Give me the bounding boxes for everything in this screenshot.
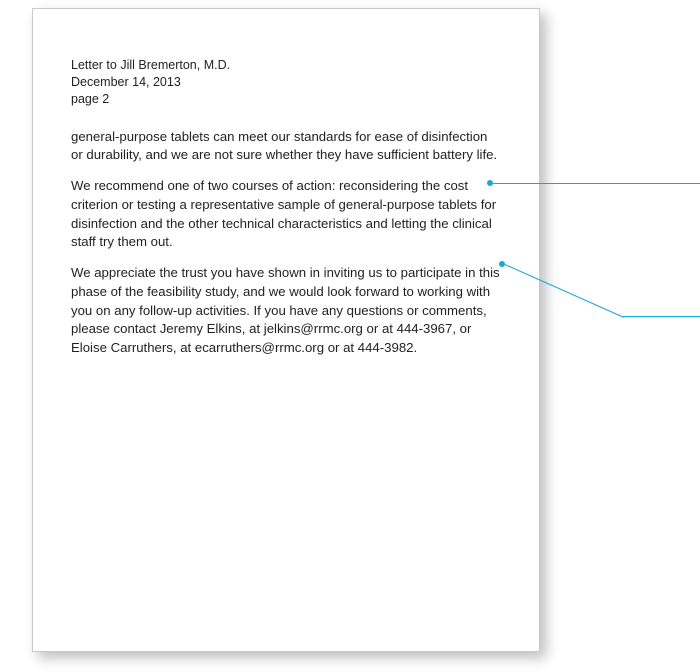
annotation-dot-icon	[499, 261, 505, 267]
canvas: Letter to Jill Bremerton, M.D. December …	[0, 0, 700, 672]
page-number-line: page 2	[71, 91, 501, 108]
annotation-dot-icon	[487, 180, 493, 186]
letter-header: Letter to Jill Bremerton, M.D. December …	[71, 57, 501, 108]
addressee-line: Letter to Jill Bremerton, M.D.	[71, 57, 501, 74]
body-paragraph-2: We recommend one of two courses of actio…	[71, 177, 501, 252]
document-page: Letter to Jill Bremerton, M.D. December …	[32, 8, 540, 652]
body-paragraph-3: We appreciate the trust you have shown i…	[71, 264, 501, 358]
annotation-leader-line	[623, 316, 700, 317]
annotation-leader-line	[493, 183, 700, 184]
body-paragraph-1: general-purpose tablets can meet our sta…	[71, 128, 501, 165]
date-line: December 14, 2013	[71, 74, 501, 91]
